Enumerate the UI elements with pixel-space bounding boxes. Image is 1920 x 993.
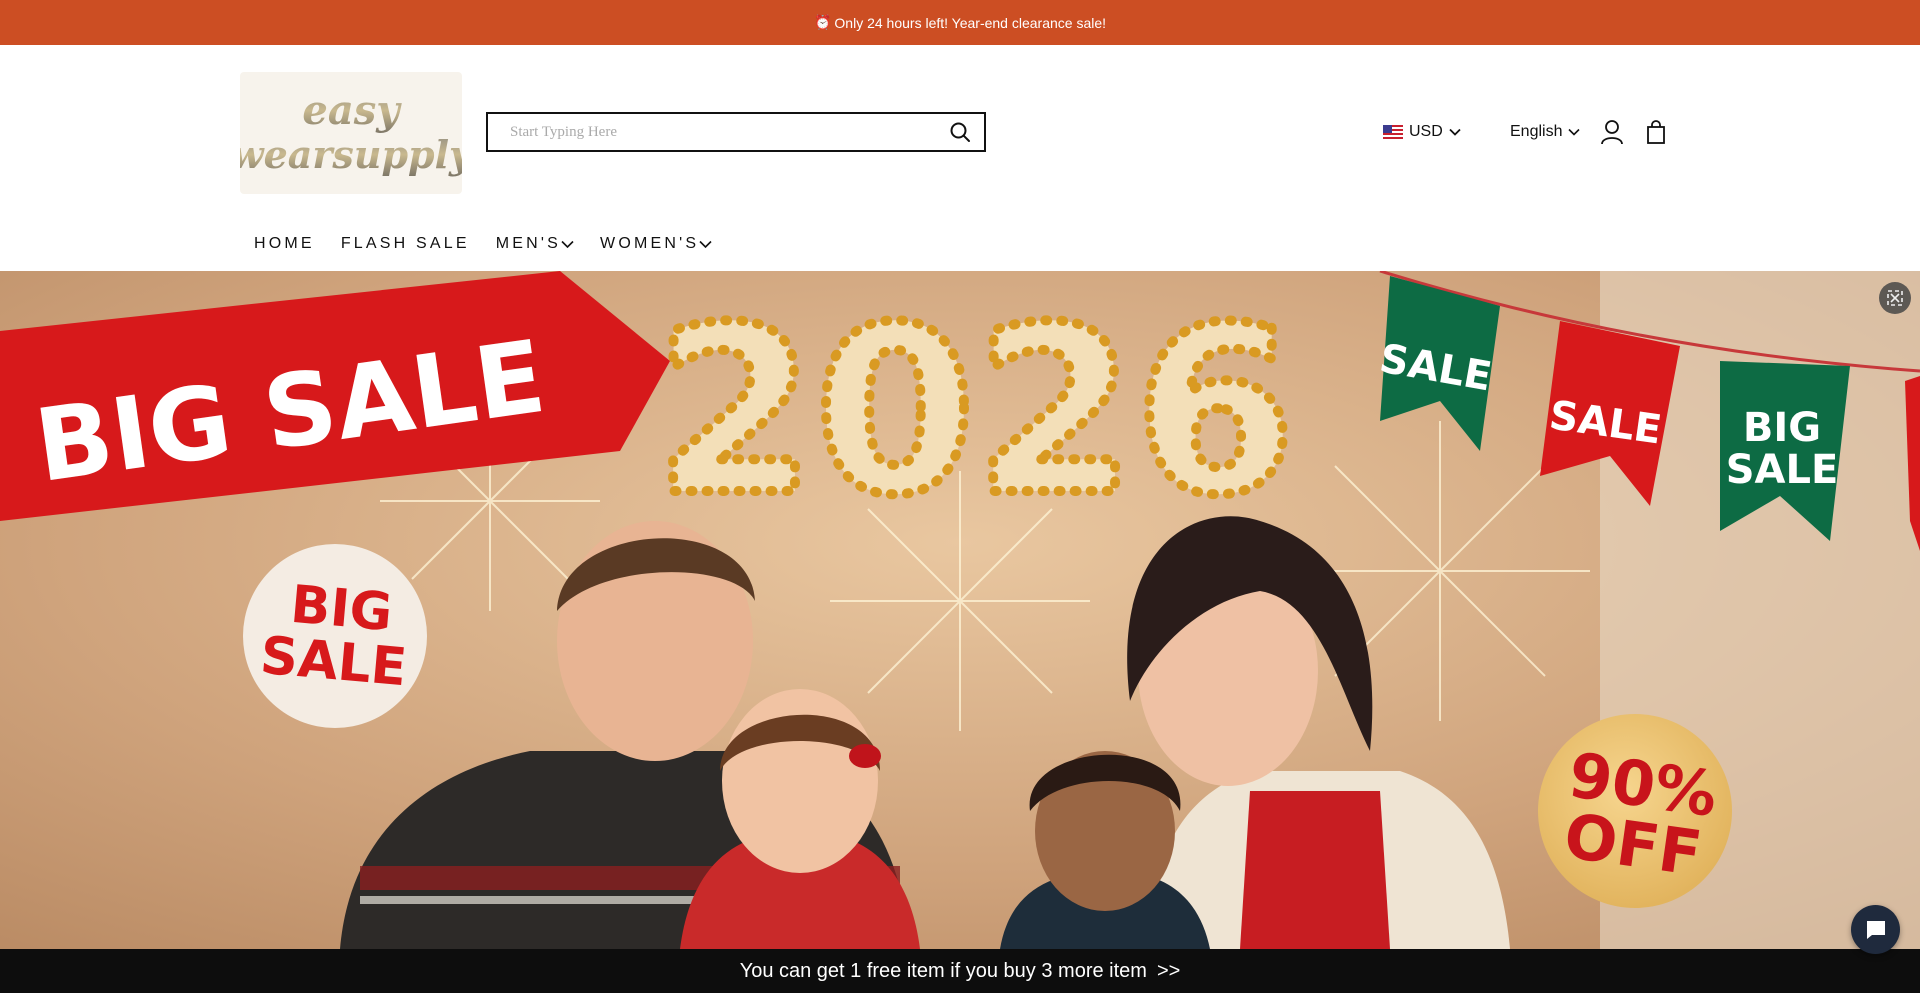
hero-year: 2026: [655, 279, 1295, 546]
nav-label: WOMEN'S: [600, 235, 700, 252]
nav-label: FLASH SALE: [340, 235, 470, 252]
free-item-promo-bar[interactable]: You can get 1 free item if you buy 3 mor…: [0, 949, 1920, 993]
us-flag-icon: [1383, 125, 1403, 139]
alarm-clock-icon: ⏰: [813, 14, 832, 30]
nav-label: MEN'S: [495, 235, 562, 252]
site-logo[interactable]: easy wearsupply: [240, 72, 462, 194]
hero-banner[interactable]: 2026 BIG SALE SALE SALE BIG SALE BIG SAL…: [0, 271, 1920, 949]
badge-left-line2: SALE: [258, 626, 409, 699]
chevron-down-icon: [1568, 128, 1581, 136]
search-icon[interactable]: [936, 114, 984, 150]
expand-image-icon[interactable]: [1879, 282, 1911, 314]
announcement-text: Only 24 hours left! Year-end clearance s…: [834, 14, 1107, 31]
language-value: English: [1510, 123, 1563, 140]
currency-selector[interactable]: USD: [1383, 118, 1461, 146]
account-icon[interactable]: [1598, 117, 1626, 147]
pennant-text: BIG: [1743, 405, 1821, 451]
language-selector[interactable]: English: [1510, 118, 1581, 146]
promo-text: You can get 1 free item if you buy 3 mor…: [739, 959, 1147, 982]
nav-item-womens[interactable]: WOMEN'S: [600, 235, 712, 253]
nav-item-mens[interactable]: MEN'S: [496, 235, 574, 253]
announcement-bar: ⏰ Only 24 hours left! Year-end clearance…: [0, 0, 1920, 45]
nav-item-flash-sale[interactable]: FLASH SALE: [341, 235, 470, 253]
logo-line1: easy: [302, 87, 402, 134]
hero-image: 2026 BIG SALE SALE SALE BIG SALE BIG SAL…: [0, 271, 1920, 949]
nav-item-home[interactable]: HOME: [254, 235, 315, 253]
shopping-bag-icon[interactable]: [1642, 117, 1670, 147]
chevron-down-icon: [561, 240, 574, 248]
nav-label: HOME: [254, 235, 315, 252]
pennant-text: SALE: [1726, 447, 1839, 493]
main-nav: HOME FLASH SALE MEN'S WOMEN'S: [254, 232, 738, 256]
chevron-down-icon: [699, 240, 712, 248]
promo-arrow: >>: [1156, 959, 1181, 982]
logo-line2: wearsupply: [240, 132, 462, 177]
chevron-down-icon: [1449, 128, 1461, 136]
chat-icon[interactable]: [1851, 905, 1900, 954]
search-bar: [486, 112, 986, 152]
currency-value: USD: [1409, 123, 1443, 140]
logo-graphic: easy wearsupply: [240, 87, 462, 177]
search-input[interactable]: [488, 114, 936, 150]
